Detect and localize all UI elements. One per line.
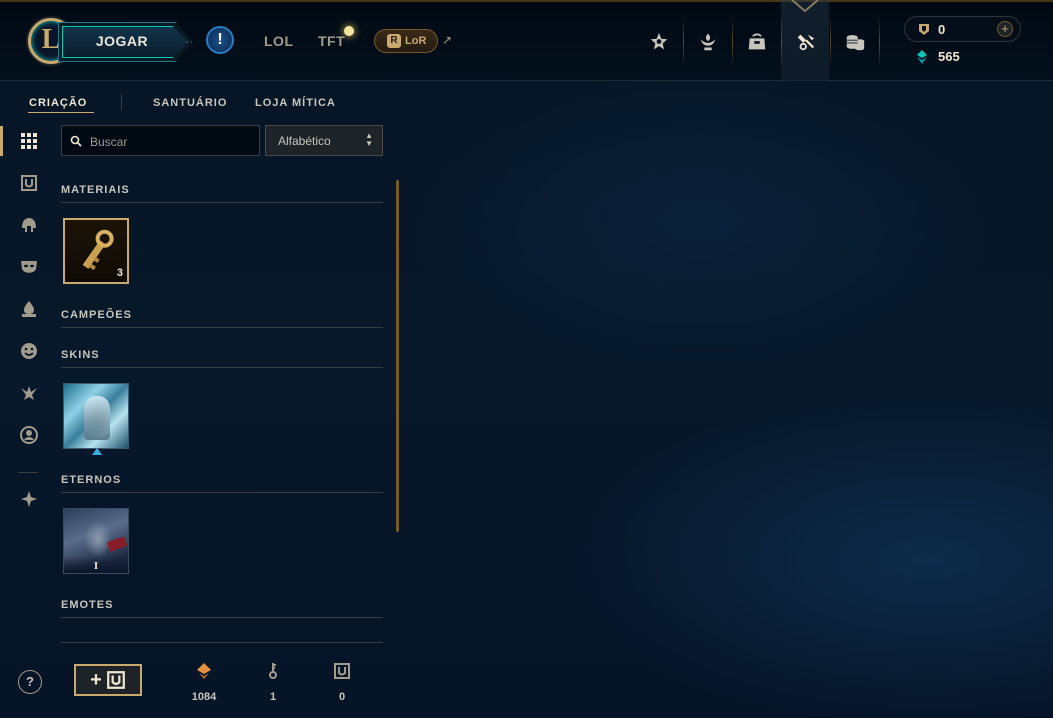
tab-tft[interactable]: TFT bbox=[318, 33, 345, 49]
skin-figure bbox=[84, 396, 110, 440]
subnav-separator bbox=[121, 94, 122, 110]
external-link-icon: ↗ bbox=[442, 33, 453, 47]
helmet-icon[interactable] bbox=[18, 214, 40, 236]
search-box[interactable] bbox=[61, 125, 260, 156]
tft-icon[interactable] bbox=[18, 488, 40, 510]
category-divider bbox=[61, 327, 383, 328]
rp-wallet[interactable]: 0 + bbox=[904, 16, 1021, 42]
sidebar-divider bbox=[18, 472, 38, 473]
category-divider bbox=[61, 367, 383, 368]
sort-selected-value: Alfabético bbox=[278, 134, 331, 148]
store-coins-icon[interactable] bbox=[831, 12, 879, 72]
grid-icon[interactable] bbox=[18, 130, 40, 152]
chest-icon bbox=[334, 663, 350, 679]
sort-dropdown[interactable]: Alfabético ▲ ▼ bbox=[265, 125, 383, 156]
alert-button[interactable]: ! bbox=[206, 26, 234, 54]
eternal-series-badge: I bbox=[64, 557, 128, 573]
keys-value: 1 bbox=[269, 691, 277, 703]
chest-icon[interactable] bbox=[18, 172, 40, 194]
sort-updown-icon: ▲ ▼ bbox=[365, 131, 373, 148]
emote-icon[interactable] bbox=[18, 340, 40, 362]
tab-lol[interactable]: LOL bbox=[264, 33, 294, 49]
search-input[interactable] bbox=[88, 132, 257, 152]
category-divider bbox=[61, 492, 383, 493]
mask-icon[interactable] bbox=[18, 256, 40, 278]
tft-notification-dot bbox=[344, 26, 354, 36]
lor-logo-icon: R bbox=[387, 34, 401, 48]
footer-divider bbox=[61, 642, 383, 643]
orange-essence-stat: 1084 bbox=[184, 662, 224, 703]
keys-stat: 1 bbox=[253, 662, 293, 703]
lor-label: LoR bbox=[405, 35, 427, 47]
be-balance: 565 bbox=[938, 49, 960, 64]
play-button-label: JOGAR bbox=[95, 33, 149, 49]
category-materials-title: MATERIAIS bbox=[61, 184, 130, 196]
category-divider bbox=[61, 617, 383, 618]
orange-essence-icon bbox=[197, 663, 211, 679]
key-icon bbox=[269, 663, 277, 679]
play-button[interactable]: JOGAR bbox=[58, 22, 192, 62]
tab-sanctum[interactable]: SANTUÁRIO bbox=[153, 97, 227, 109]
sidebar-active-indicator bbox=[0, 126, 3, 156]
item-count: 3 bbox=[116, 267, 123, 279]
scrollbar-thumb[interactable] bbox=[396, 180, 399, 532]
summoner-icon[interactable] bbox=[18, 382, 40, 404]
lor-button[interactable]: R LoR bbox=[374, 29, 438, 53]
add-rp-button[interactable]: + bbox=[997, 21, 1013, 37]
category-emotes-title: EMOTES bbox=[61, 599, 114, 611]
star-badge-icon[interactable] bbox=[635, 12, 683, 72]
skin-shard-item[interactable] bbox=[63, 383, 129, 449]
chests-value: 0 bbox=[338, 691, 346, 703]
add-chest-button[interactable]: + bbox=[74, 664, 142, 696]
chest-icon bbox=[106, 671, 125, 689]
exclamation-icon: ! bbox=[217, 31, 223, 48]
profile-icon[interactable] bbox=[18, 424, 40, 446]
help-button[interactable]: ? bbox=[18, 670, 42, 694]
tab-crafting[interactable]: CRIAÇÃO bbox=[29, 97, 87, 109]
nav-divider bbox=[879, 16, 880, 68]
category-skins-title: SKINS bbox=[61, 349, 100, 361]
category-eternals-title: ETERNOS bbox=[61, 474, 122, 486]
eternal-shard-item[interactable]: I bbox=[63, 508, 129, 574]
backpack-icon[interactable] bbox=[733, 12, 781, 72]
key-fragment-item[interactable]: 3 bbox=[63, 218, 129, 284]
category-champions-title: CAMPEÕES bbox=[61, 309, 132, 321]
rp-balance: 0 bbox=[938, 22, 946, 37]
search-icon bbox=[70, 135, 82, 147]
plus-icon: + bbox=[90, 669, 102, 691]
tab-mythic-shop[interactable]: LOJA MÍTICA bbox=[255, 97, 336, 109]
ward-icon[interactable] bbox=[18, 298, 40, 320]
crafting-hammer-icon[interactable] bbox=[782, 12, 830, 72]
tab-active-underline bbox=[28, 112, 94, 113]
riot-points-icon bbox=[919, 24, 929, 35]
orange-essence-value: 1084 bbox=[191, 691, 217, 703]
chests-stat: 0 bbox=[322, 662, 362, 703]
honor-icon[interactable] bbox=[684, 12, 732, 72]
blue-essence-icon bbox=[917, 50, 927, 64]
top-bar: L JOGAR ! LOL TFT R LoR ↗ 0 + 565 bbox=[0, 0, 1053, 81]
skin-rarity-marker-icon bbox=[92, 448, 102, 455]
category-divider bbox=[61, 202, 383, 203]
